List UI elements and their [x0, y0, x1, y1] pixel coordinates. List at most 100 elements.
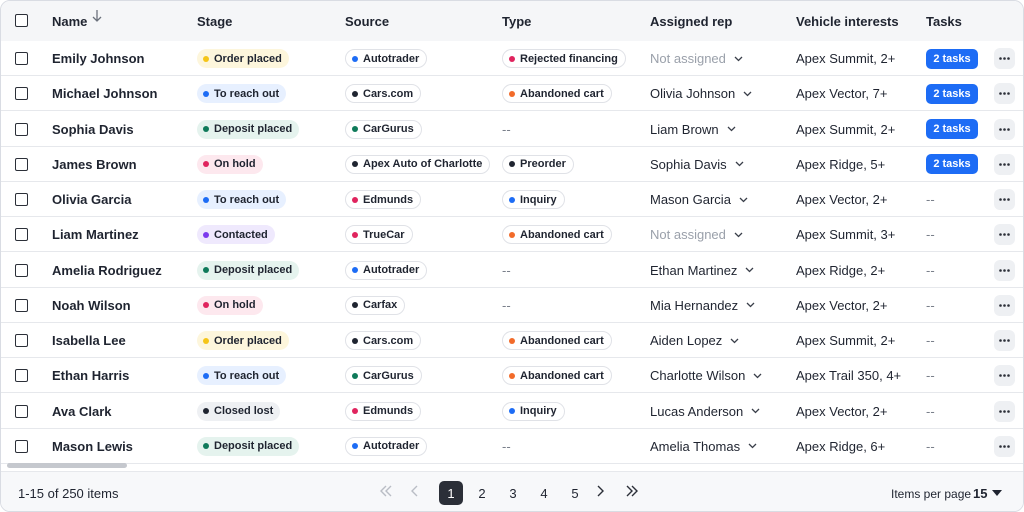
table-row[interactable]: Noah Wilson On hold Carfax -- Mia Hernandez A…: [1, 287, 1023, 323]
assigned-rep-dropdown[interactable]: Lucas Anderson: [650, 394, 760, 429]
source-badge[interactable]: Carfax: [345, 295, 406, 315]
assigned-rep-dropdown[interactable]: Not assigned: [650, 217, 743, 252]
select-all-checkbox[interactable]: [15, 14, 28, 27]
assigned-rep-dropdown[interactable]: Mia Hernandez: [650, 288, 755, 323]
source-badge[interactable]: Apex Auto of Charlotte: [345, 154, 491, 174]
row-checkbox[interactable]: [15, 122, 28, 136]
row-checkbox[interactable]: [15, 298, 28, 312]
items-per-page-select[interactable]: 15: [973, 486, 987, 501]
assigned-rep-dropdown[interactable]: Sophia Davis: [650, 147, 744, 182]
row-checkbox[interactable]: [15, 439, 28, 453]
chevron-down-icon[interactable]: [745, 267, 754, 273]
assigned-rep-dropdown[interactable]: Aiden Lopez: [650, 323, 739, 358]
row-checkbox[interactable]: [15, 52, 28, 65]
chevron-down-icon[interactable]: [727, 126, 736, 132]
column-header-name[interactable]: Name: [52, 14, 87, 29]
table-row[interactable]: Michael Johnson To reach out Cars.com Aband…: [1, 76, 1023, 112]
assigned-rep-dropdown[interactable]: Amelia Thomas: [650, 429, 757, 464]
table-row[interactable]: Ethan Harris To reach out CarGurus Abandone…: [1, 358, 1023, 394]
lead-name[interactable]: Isabella Lee: [52, 323, 126, 358]
chevron-down-icon[interactable]: [734, 232, 743, 238]
source-badge[interactable]: Autotrader: [345, 260, 428, 280]
page-5-button[interactable]: 5: [563, 481, 587, 505]
chevron-down-icon[interactable]: [746, 302, 755, 308]
table-row[interactable]: Emily Johnson Order placed Autotrader Rejec…: [1, 41, 1023, 76]
lead-name[interactable]: Ethan Harris: [52, 358, 129, 393]
lead-name[interactable]: Liam Martinez: [52, 217, 139, 252]
chevron-down-icon[interactable]: [730, 338, 739, 344]
column-header-assigned-rep[interactable]: Assigned rep: [650, 14, 732, 29]
table-row[interactable]: James Brown On hold Apex Auto of Charlotte…: [1, 146, 1023, 182]
table-row[interactable]: Isabella Lee Order placed Cars.com Abandone…: [1, 323, 1023, 358]
source-badge[interactable]: Edmunds: [345, 190, 422, 209]
more-actions-button[interactable]: [994, 330, 1015, 351]
source-badge[interactable]: CarGurus: [345, 366, 422, 386]
column-header-stage[interactable]: Stage: [197, 14, 232, 29]
stage-badge[interactable]: Contacted: [197, 225, 275, 245]
stage-badge[interactable]: Order placed: [197, 331, 289, 350]
first-page-icon[interactable]: [378, 484, 394, 498]
chevron-down-icon[interactable]: [748, 443, 757, 449]
tasks-button[interactable]: 2 tasks: [926, 83, 978, 104]
lead-name[interactable]: Olivia Garcia: [52, 182, 132, 217]
stage-badge[interactable]: Deposit placed: [197, 260, 300, 280]
stage-badge[interactable]: To reach out: [197, 84, 287, 104]
row-checkbox[interactable]: [15, 157, 28, 171]
row-checkbox[interactable]: [15, 87, 28, 101]
source-badge[interactable]: Cars.com: [345, 331, 422, 350]
more-actions-button[interactable]: [994, 400, 1015, 422]
chevron-down-icon[interactable]: [739, 197, 748, 203]
source-badge[interactable]: Autotrader: [345, 49, 428, 68]
type-badge[interactable]: Rejected financing: [502, 49, 626, 68]
stage-badge[interactable]: Deposit placed: [197, 436, 300, 456]
assigned-rep-dropdown[interactable]: Liam Brown: [650, 112, 736, 147]
row-checkbox[interactable]: [15, 404, 28, 418]
type-badge[interactable]: Preorder: [502, 154, 574, 174]
page-2-button[interactable]: 2: [470, 481, 494, 505]
column-header-type[interactable]: Type: [502, 14, 531, 29]
source-badge[interactable]: Cars.com: [345, 84, 422, 104]
table-row[interactable]: Sophia Davis Deposit placed CarGurus -- Liam…: [1, 111, 1023, 147]
table-row[interactable]: Ava Clark Closed lost Edmunds Inquiry Lucas …: [1, 393, 1023, 429]
more-actions-button[interactable]: [994, 224, 1015, 246]
lead-name[interactable]: Mason Lewis: [52, 429, 133, 464]
stage-badge[interactable]: Deposit placed: [197, 119, 300, 139]
lead-name[interactable]: Noah Wilson: [52, 288, 131, 323]
sort-arrow-down-icon[interactable]: [91, 9, 103, 23]
source-badge[interactable]: TrueCar: [345, 225, 413, 245]
assigned-rep-dropdown[interactable]: Not assigned: [650, 41, 743, 76]
page-3-button[interactable]: 3: [501, 481, 525, 505]
table-row[interactable]: Amelia Rodriguez Deposit placed Autotrader…: [1, 252, 1023, 288]
stage-badge[interactable]: On hold: [197, 295, 263, 315]
row-checkbox[interactable]: [15, 334, 28, 347]
lead-name[interactable]: Amelia Rodriguez: [52, 253, 162, 288]
next-page-icon[interactable]: [592, 484, 608, 498]
table-row[interactable]: Mason Lewis Deposit placed Autotrader -- Ame…: [1, 428, 1023, 464]
horizontal-scrollbar[interactable]: [7, 463, 127, 468]
type-badge[interactable]: Abandoned cart: [502, 331, 612, 350]
more-actions-button[interactable]: [994, 153, 1015, 175]
row-checkbox[interactable]: [15, 228, 28, 242]
row-checkbox[interactable]: [15, 263, 28, 277]
more-actions-button[interactable]: [994, 294, 1015, 316]
assigned-rep-dropdown[interactable]: Ethan Martinez: [650, 253, 754, 288]
stage-badge[interactable]: On hold: [197, 154, 263, 174]
type-badge[interactable]: Inquiry: [502, 190, 565, 209]
chevron-down-icon[interactable]: [751, 408, 760, 414]
page-1-button[interactable]: 1: [439, 481, 463, 505]
stage-badge[interactable]: To reach out: [197, 366, 287, 386]
column-header-source[interactable]: Source: [345, 14, 389, 29]
chevron-down-icon[interactable]: [753, 373, 762, 379]
tasks-button[interactable]: 2 tasks: [926, 119, 978, 139]
type-badge[interactable]: Abandoned cart: [502, 84, 612, 104]
lead-name[interactable]: James Brown: [52, 147, 137, 182]
last-page-icon[interactable]: [624, 484, 640, 498]
caret-down-icon[interactable]: [992, 490, 1002, 496]
more-actions-button[interactable]: [994, 118, 1015, 140]
more-actions-button[interactable]: [994, 189, 1015, 210]
more-actions-button[interactable]: [994, 435, 1015, 457]
chevron-down-icon[interactable]: [734, 56, 743, 62]
column-header-vehicle-interests[interactable]: Vehicle interests: [796, 14, 899, 29]
stage-badge[interactable]: Closed lost: [197, 401, 281, 421]
assigned-rep-dropdown[interactable]: Olivia Johnson: [650, 76, 752, 111]
